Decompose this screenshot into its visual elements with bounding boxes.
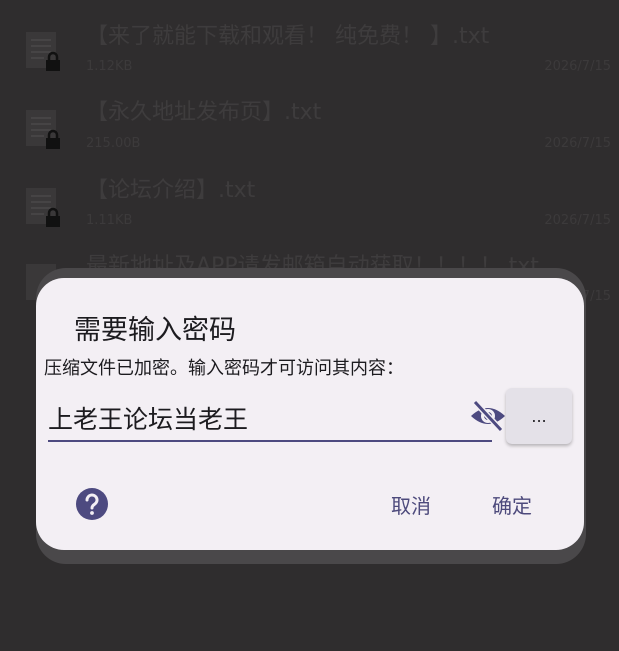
password-value: 上老王论坛当老王 bbox=[48, 405, 249, 434]
cancel-button[interactable]: 取消 bbox=[391, 490, 431, 519]
text-file-icon bbox=[26, 188, 60, 227]
file-row[interactable]: 【来了就能下载和观看！ 纯免费！ 】.txt 1.12KB 2026/7/15 bbox=[0, 8, 619, 86]
eye-off-icon[interactable] bbox=[468, 398, 508, 434]
file-date: 2026/7/15 bbox=[544, 136, 611, 151]
text-file-icon bbox=[26, 32, 60, 71]
dialog-message: 压缩文件已加密。输入密码才可访问其内容： bbox=[44, 358, 404, 379]
password-input[interactable]: 上老王论坛当老王 bbox=[48, 390, 505, 442]
file-name: 【论坛介绍】.txt bbox=[86, 178, 256, 203]
file-row[interactable]: 【永久地址发布页】.txt 215.00B 2026/7/15 bbox=[0, 86, 619, 164]
help-circle-icon[interactable] bbox=[75, 487, 109, 521]
browse-button[interactable]: ... bbox=[506, 388, 572, 444]
text-file-icon bbox=[26, 110, 60, 149]
file-size: 215.00B bbox=[86, 136, 141, 151]
file-date: 2026/7/15 bbox=[544, 213, 611, 228]
file-size: 1.11KB bbox=[86, 213, 133, 228]
file-date: 2026/7/15 bbox=[544, 59, 611, 74]
password-dialog: 需要输入密码 压缩文件已加密。输入密码才可访问其内容： 上老王论坛当老王 ...… bbox=[36, 278, 584, 550]
file-name: 【永久地址发布页】.txt bbox=[86, 100, 322, 125]
dialog-title: 需要输入密码 bbox=[74, 315, 236, 346]
file-row[interactable]: 【论坛介绍】.txt 1.11KB 2026/7/15 bbox=[0, 164, 619, 242]
ok-button[interactable]: 确定 bbox=[492, 490, 532, 519]
file-name: 【来了就能下载和观看！ 纯免费！ 】.txt bbox=[86, 24, 490, 49]
file-size: 1.12KB bbox=[86, 59, 133, 74]
